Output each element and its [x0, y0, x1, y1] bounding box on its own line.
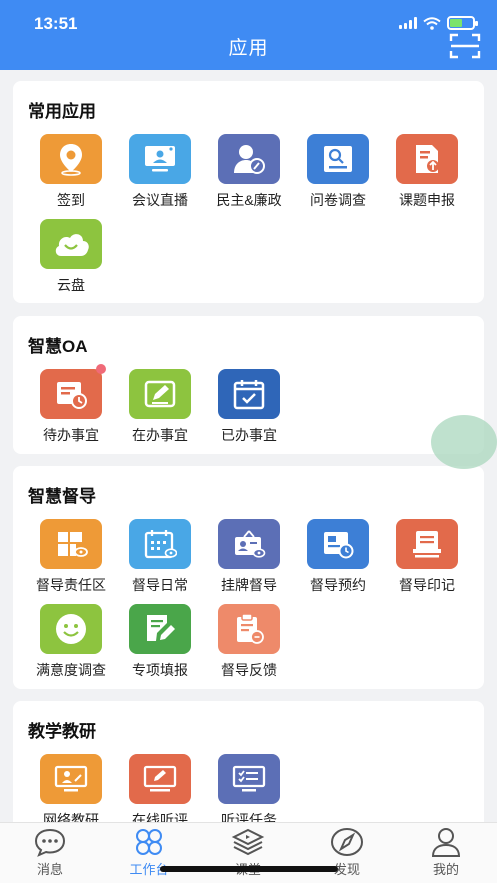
- scan-icon[interactable]: [449, 32, 481, 60]
- app-meeting-live[interactable]: 会议直播: [115, 134, 205, 210]
- section-teaching-research: 教学教研 网络教研 在线听评 听评任务: [13, 701, 484, 822]
- app-label: 听评任务: [221, 812, 277, 822]
- appointment-icon: [307, 519, 369, 569]
- app-listed-supervision[interactable]: 挂牌督导: [204, 519, 294, 595]
- app-label: 民主&廉政: [216, 192, 282, 208]
- app-label: 签到: [57, 192, 85, 208]
- status-time: 13:51: [34, 14, 78, 33]
- classroom-icon: [231, 828, 265, 856]
- survey-icon: [307, 134, 369, 184]
- app-survey[interactable]: 问卷调查: [293, 134, 383, 210]
- tab-label: 我的: [432, 862, 459, 877]
- app-label: 在办事宜: [132, 427, 188, 443]
- wifi-icon: [423, 16, 441, 30]
- app-label: 网络教研: [43, 812, 99, 822]
- home-indicator: [160, 866, 338, 872]
- app-online-review[interactable]: 在线听评: [115, 754, 205, 822]
- bottom-tab-bar: 消息 工作台 课堂 发现 我的: [0, 822, 497, 883]
- calendar-icon: [129, 519, 191, 569]
- pending-clock-icon: [40, 364, 106, 419]
- section-title: 常用应用: [28, 102, 96, 121]
- smile-icon: [40, 604, 102, 654]
- feedback-icon: [218, 604, 280, 654]
- app-supervision-zone[interactable]: 督导责任区: [26, 519, 116, 595]
- app-supervision-booking[interactable]: 督导预约: [293, 519, 383, 595]
- signal-icon: [399, 17, 417, 29]
- app-label: 专项填报: [132, 662, 188, 678]
- app-label: 在线听评: [132, 812, 188, 822]
- app-supervision-daily[interactable]: 督导日常: [115, 519, 205, 595]
- section-smart-oa: 智慧OA 待办事宜 在办事宜 已办事宜: [13, 316, 484, 454]
- location-pin-icon: [40, 134, 102, 184]
- app-label: 督导预约: [310, 577, 366, 593]
- cloud-icon: [40, 219, 102, 269]
- calendar-check-icon: [218, 369, 280, 419]
- id-badge-icon: [218, 519, 280, 569]
- app-label: 督导印记: [399, 577, 455, 593]
- stamp-icon: [396, 519, 458, 569]
- section-smart-supervision: 智慧督导 督导责任区 督导日常 挂牌督导 督导预约 督导印记 满意度调查 专项填…: [13, 466, 484, 689]
- battery-icon: [447, 16, 478, 30]
- app-label: 待办事宜: [43, 427, 99, 443]
- app-label: 会议直播: [132, 192, 188, 208]
- app-online-research[interactable]: 网络教研: [26, 754, 116, 822]
- form-edit-icon: [129, 604, 191, 654]
- tab-messages[interactable]: 消息: [10, 827, 90, 878]
- section-title: 教学教研: [28, 722, 96, 741]
- app-cloud-drive[interactable]: 云盘: [26, 219, 116, 295]
- task-list-icon: [218, 754, 280, 804]
- app-supervision-mark[interactable]: 督导印记: [382, 519, 472, 595]
- tab-label: 消息: [36, 862, 63, 877]
- edit-doc-icon: [129, 369, 191, 419]
- document-upload-icon: [396, 134, 458, 184]
- workbench-icon: [136, 829, 162, 855]
- section-title: 智慧OA: [28, 337, 88, 356]
- app-label: 课题申报: [399, 192, 455, 208]
- app-list[interactable]: 常用应用 签到 会议直播 民主&廉政 问卷调查 课题申报 云盘 智慧OA 待办事…: [0, 70, 497, 822]
- profile-icon: [431, 828, 461, 857]
- tab-profile[interactable]: 我的: [406, 827, 486, 878]
- app-satisfaction-survey[interactable]: 满意度调查: [26, 604, 116, 680]
- app-sign-in[interactable]: 签到: [26, 134, 116, 210]
- app-supervision-feedback[interactable]: 督导反馈: [204, 604, 294, 680]
- monitor-live-icon: [129, 134, 191, 184]
- app-special-report[interactable]: 专项填报: [115, 604, 205, 680]
- app-review-tasks[interactable]: 听评任务: [204, 754, 294, 822]
- app-label: 督导日常: [132, 577, 188, 593]
- app-in-progress[interactable]: 在办事宜: [115, 369, 205, 445]
- app-label: 已办事宜: [221, 427, 277, 443]
- app-project-apply[interactable]: 课题申报: [382, 134, 472, 210]
- app-label: 督导责任区: [36, 577, 106, 593]
- floating-assist-button[interactable]: [431, 415, 497, 469]
- app-label: 问卷调查: [310, 192, 366, 208]
- message-icon: [34, 828, 66, 857]
- section-title: 智慧督导: [28, 487, 96, 506]
- app-democracy[interactable]: 民主&廉政: [204, 134, 294, 210]
- online-teaching-icon: [40, 754, 102, 804]
- app-header: 13:51 应用: [0, 0, 497, 70]
- grid-area-icon: [40, 519, 102, 569]
- app-pending[interactable]: 待办事宜: [26, 364, 116, 445]
- section-common-apps: 常用应用 签到 会议直播 民主&廉政 问卷调查 课题申报 云盘: [13, 81, 484, 303]
- app-label: 督导反馈: [221, 662, 277, 678]
- app-label: 挂牌督导: [221, 577, 277, 593]
- app-done[interactable]: 已办事宜: [204, 369, 294, 445]
- status-icons: [399, 16, 478, 30]
- app-label: 满意度调查: [36, 662, 106, 678]
- notification-badge: [96, 364, 106, 374]
- user-edit-icon: [218, 134, 280, 184]
- compass-icon: [331, 828, 363, 856]
- page-title: 应用: [228, 38, 269, 59]
- app-label: 云盘: [57, 277, 85, 293]
- online-review-icon: [129, 754, 191, 804]
